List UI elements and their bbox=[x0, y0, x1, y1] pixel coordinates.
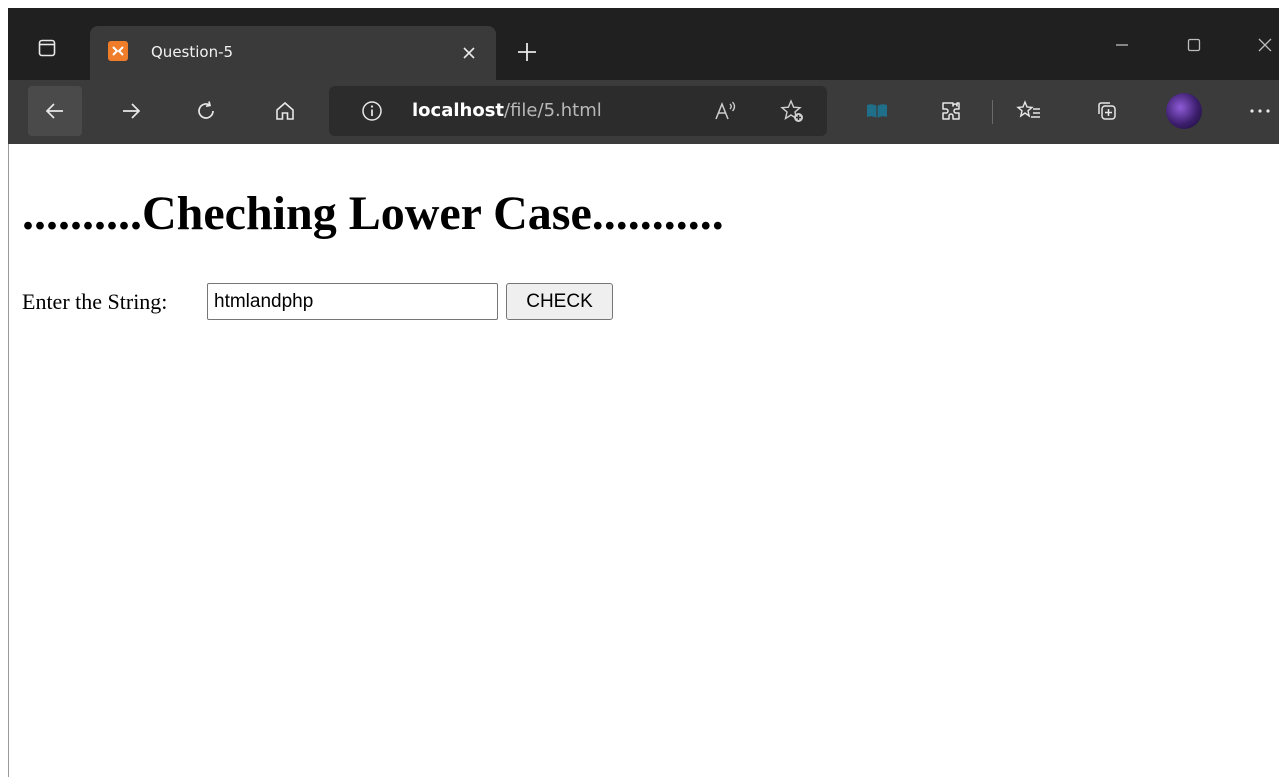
page-heading: ..........Cheching Lower Case........... bbox=[22, 187, 724, 240]
more-button[interactable] bbox=[1240, 86, 1279, 136]
site-info-button[interactable] bbox=[357, 96, 387, 126]
url-text[interactable]: localhost/file/5.html bbox=[412, 98, 602, 124]
more-icon bbox=[1249, 109, 1270, 113]
check-button[interactable]: CHECK bbox=[506, 283, 613, 320]
plus-icon bbox=[518, 43, 536, 61]
extensions-icon bbox=[942, 102, 960, 120]
string-input[interactable] bbox=[207, 283, 498, 320]
tab-title: Question-5 bbox=[151, 43, 234, 61]
close-tab-button[interactable] bbox=[455, 39, 483, 67]
refresh-icon bbox=[198, 101, 214, 119]
string-label: Enter the String: bbox=[22, 289, 168, 314]
url-path: /file/5.html bbox=[504, 100, 602, 121]
add-favorite-button[interactable] bbox=[767, 86, 817, 136]
new-tab-button[interactable] bbox=[511, 36, 543, 68]
maximize-icon bbox=[1187, 38, 1201, 52]
home-icon bbox=[276, 101, 294, 120]
forward-arrow-icon bbox=[123, 103, 141, 119]
forward-button[interactable] bbox=[104, 86, 158, 136]
xampp-icon bbox=[108, 41, 128, 61]
refresh-button[interactable] bbox=[179, 86, 233, 136]
extensions-button[interactable] bbox=[926, 86, 976, 136]
browser-window: Question-5 localhost/file/5.html .......… bbox=[0, 0, 1279, 777]
maximize-button[interactable] bbox=[1174, 28, 1214, 62]
immersive-reader-button[interactable] bbox=[852, 86, 902, 136]
close-window-icon bbox=[1258, 38, 1271, 52]
collections-icon bbox=[1098, 102, 1116, 120]
tab-actions-icon bbox=[38, 39, 56, 57]
favorites-button[interactable] bbox=[1004, 86, 1054, 136]
close-window-button[interactable] bbox=[1250, 28, 1279, 62]
back-arrow-icon bbox=[45, 103, 63, 119]
read-aloud-icon bbox=[715, 101, 736, 120]
back-button[interactable] bbox=[28, 86, 82, 136]
tab-actions-button[interactable] bbox=[27, 28, 67, 68]
collections-button[interactable] bbox=[1082, 86, 1132, 136]
info-icon bbox=[362, 101, 382, 121]
favorites-icon bbox=[1016, 100, 1040, 118]
toolbar-divider bbox=[992, 100, 993, 124]
immersive-reader-icon bbox=[867, 104, 887, 118]
add-favorite-icon bbox=[780, 99, 803, 122]
minimize-icon bbox=[1116, 44, 1128, 46]
read-aloud-button[interactable] bbox=[701, 86, 751, 136]
minimize-button[interactable] bbox=[1102, 28, 1142, 62]
url-host: localhost bbox=[412, 100, 505, 121]
home-button[interactable] bbox=[258, 86, 312, 136]
close-icon bbox=[463, 47, 475, 59]
profile-avatar[interactable] bbox=[1166, 93, 1202, 129]
